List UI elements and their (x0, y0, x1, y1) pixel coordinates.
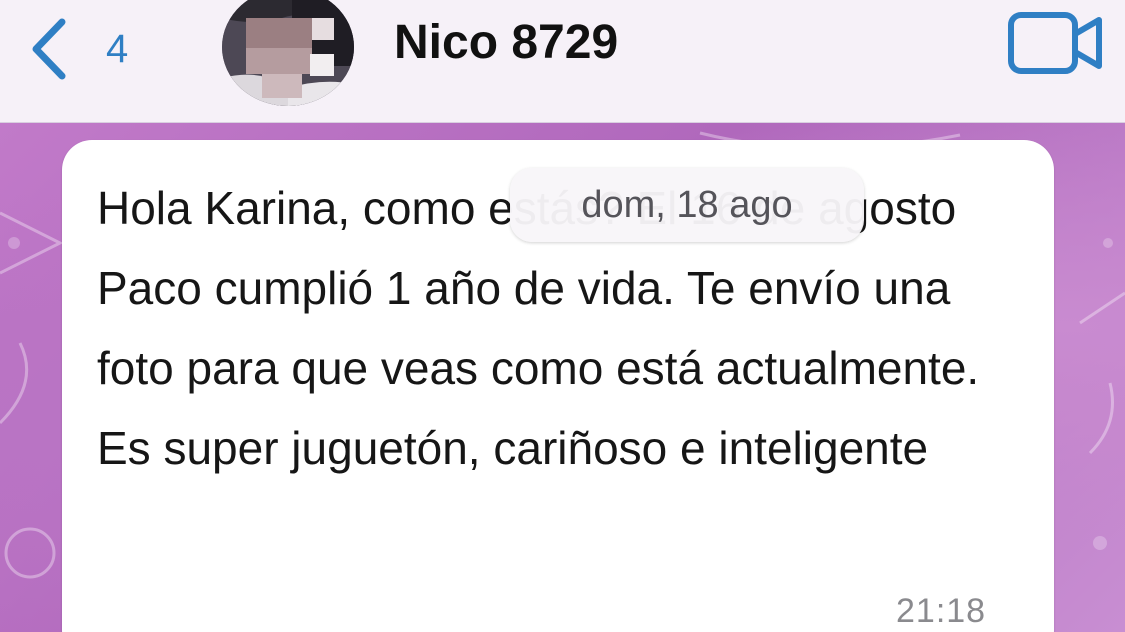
unread-count: 4 (106, 27, 129, 71)
date-separator: dom, 18 ago (510, 168, 864, 242)
contact-name[interactable]: Nico 8729 (394, 14, 618, 72)
message-time: 21:18 (896, 592, 987, 630)
date-label: dom, 18 ago (581, 184, 793, 226)
avatar[interactable] (222, 0, 354, 106)
video-call-button[interactable] (1006, 10, 1106, 76)
chevron-left-icon (28, 16, 68, 82)
video-camera-icon (1006, 12, 1106, 80)
back-button[interactable]: 4 (28, 14, 128, 84)
chat-screen: 4 Nico 8729 Hola Karina, como agosto Pac… (0, 0, 1125, 632)
chat-header: 4 Nico 8729 (0, 0, 1125, 123)
